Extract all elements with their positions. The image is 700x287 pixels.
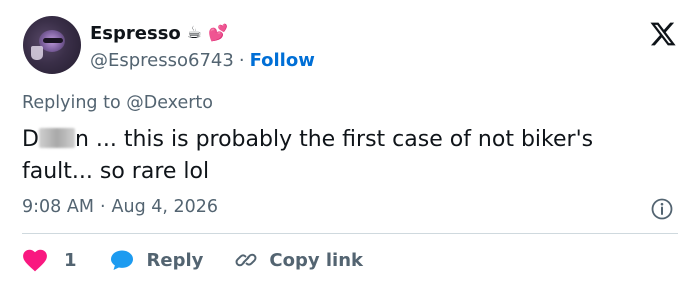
x-logo-icon[interactable] [648,20,678,48]
user-handle[interactable]: @Espresso6743 [90,50,234,71]
display-name[interactable]: Espresso [90,23,181,44]
tweet-date: Aug 4, 2026 [111,197,219,217]
avatar-sunglasses [43,38,63,43]
copy-link-button[interactable]: Copy link [233,248,363,272]
reply-label: Reply [146,249,204,271]
tweet-time: 9:08 AM [22,197,94,217]
avatar[interactable] [23,16,81,74]
tweet-timestamp[interactable]: 9:08 AM · Aug 4, 2026 [22,197,218,217]
tweet-text: Dn ... this is probably the first case o… [22,124,662,188]
reply-button[interactable]: Reply [109,248,204,272]
tweet-text-rest: n ... this is probably the first case of… [22,127,594,184]
like-count: 1 [64,249,77,271]
tweet-text-start: D [22,127,39,152]
heart-icon [23,249,47,272]
name-row: Espresso ☕ 💕 [90,20,228,46]
divider [22,233,678,234]
coffee-emoji: ☕ [186,22,203,43]
hearts-emoji: 💕 [208,23,228,42]
info-icon[interactable] [650,197,674,221]
copy-link-label: Copy link [269,249,363,271]
replying-to[interactable]: Replying to @Dexerto [22,93,213,113]
speech-bubble-icon [110,250,133,270]
follow-button[interactable]: Follow [250,50,315,71]
action-bar: 1 Reply Copy link [22,243,363,277]
like-button[interactable]: 1 [22,248,77,272]
censor-blur [38,128,75,148]
meta-separator: · [99,197,106,217]
handle-row: @Espresso6743 · Follow [90,48,315,72]
link-icon [235,253,257,267]
separator-dot: · [238,49,245,71]
avatar-cup [31,46,43,60]
